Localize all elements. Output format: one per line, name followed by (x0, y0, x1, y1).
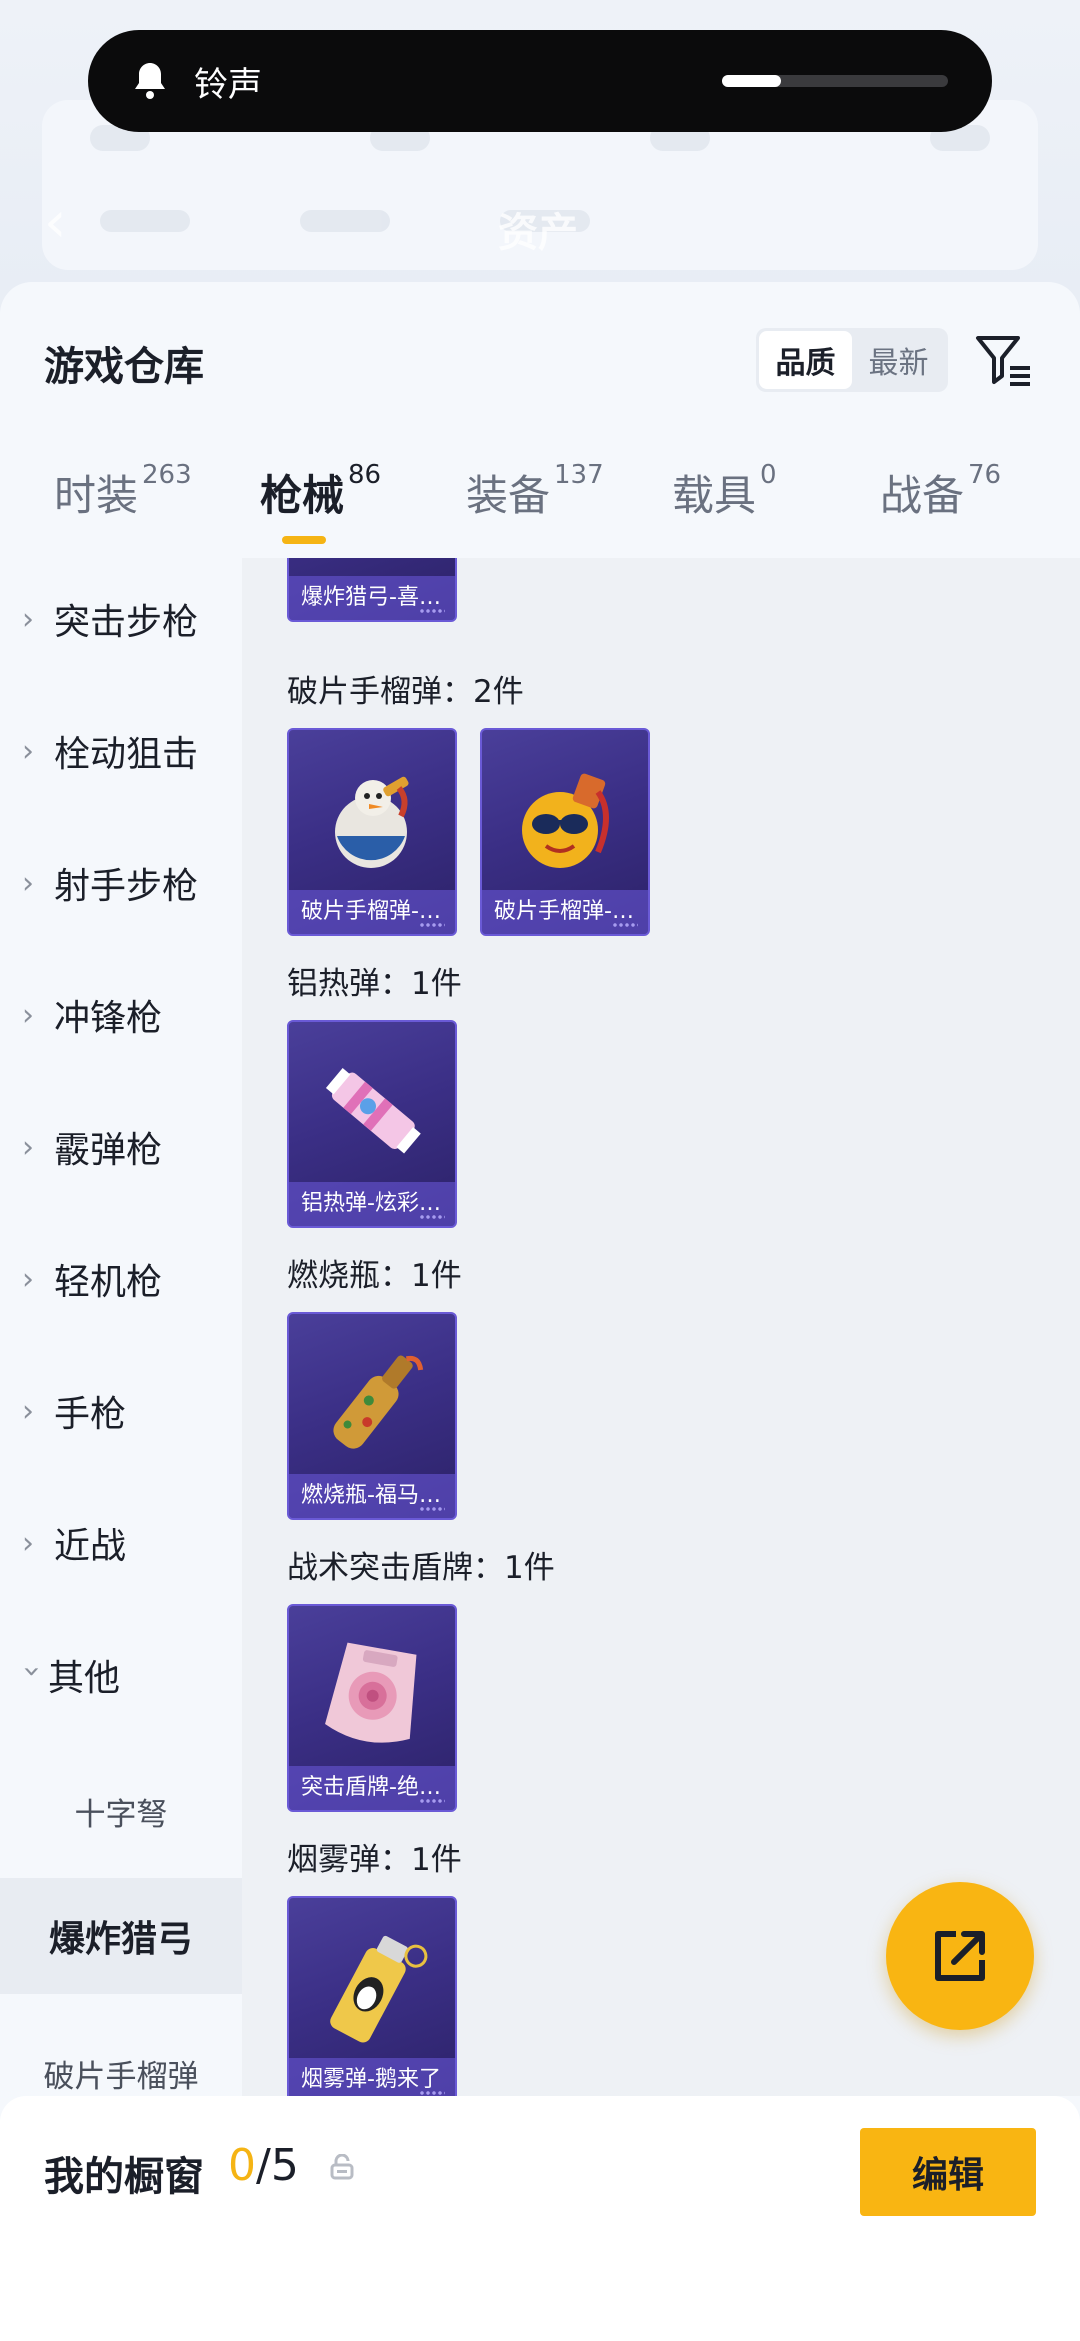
volume-label: 铃声 (194, 64, 262, 105)
item-card[interactable]: 突击盾牌-绝… (287, 1604, 457, 1812)
sidebar-item-label: 近战 (54, 1526, 127, 1567)
tab-count: 0 (760, 460, 777, 490)
bow-icon (309, 558, 439, 564)
sidebar-item-label: 栓动狙击 (54, 734, 199, 775)
chevron-left-icon[interactable]: ‹ (44, 195, 84, 251)
volume-slider[interactable] (722, 75, 948, 87)
filter-icon[interactable] (974, 330, 1034, 390)
group-title: 燃烧瓶：1件 (287, 1258, 462, 1294)
tab-firearms[interactable]: 枪械 86 (260, 460, 382, 523)
sidebar-item-label: 其他 (48, 1658, 121, 1699)
tab-label: 时装 (54, 471, 139, 520)
item-grid: 爆炸猎弓-喜… 破片手榴弹：2件 破片手榴弹-… 破片手榴弹-… 铝热弹：1件 … (242, 558, 1080, 2096)
sidebar-item-label: 手枪 (54, 1394, 127, 1435)
background-stats (100, 210, 720, 240)
tab-label: 战备 (880, 471, 965, 520)
item-card[interactable]: 铝热弹-炫彩… (287, 1020, 457, 1228)
sidebar-item-smg[interactable]: › 冲锋枪 (0, 970, 242, 1060)
chevron-right-icon: › (22, 1393, 34, 1429)
item-card[interactable]: 烟雾弹-鹅来了 (287, 1896, 457, 2096)
snowman-grenade-icon (309, 758, 439, 878)
card-decoration (419, 1506, 445, 1512)
chevron-right-icon: › (22, 601, 34, 637)
volume-indicator: 铃声 (88, 30, 992, 132)
item-card[interactable]: 燃烧瓶-福马… (287, 1312, 457, 1520)
lock-icon (330, 2153, 354, 2180)
sidebar-item-label: 射手步枪 (54, 866, 199, 907)
sort-newest-button[interactable]: 最新 (852, 331, 945, 389)
tab-fashion[interactable]: 时装 263 (54, 460, 192, 523)
item-card[interactable]: 破片手榴弹-… (287, 728, 457, 936)
card-decoration (419, 1798, 445, 1804)
volume-fill (722, 75, 781, 87)
molotov-bottle-icon (309, 1342, 439, 1462)
tab-label: 枪械 (260, 471, 345, 520)
chevron-right-icon: › (22, 997, 34, 1033)
showcase-label: 我的橱窗 (44, 2154, 204, 2200)
sidebar-item-label: 冲锋枪 (54, 998, 163, 1039)
sidebar-item-marksman-rifle[interactable]: › 射手步枪 (0, 838, 242, 928)
card-decoration (419, 1214, 445, 1220)
sort-toggle: 品质 最新 (756, 328, 948, 392)
tab-vehicles[interactable]: 载具 0 (672, 460, 777, 523)
sidebar-item-shotgun[interactable]: › 霰弹枪 (0, 1102, 242, 1192)
tab-label: 装备 (466, 471, 551, 520)
sort-quality-button[interactable]: 品质 (759, 331, 852, 389)
card-decoration (612, 922, 638, 928)
tab-equipment[interactable]: 装备 137 (466, 460, 604, 523)
sidebar-item-label: 霰弹枪 (54, 1130, 163, 1171)
sidebar-item-label: 轻机枪 (54, 1262, 163, 1303)
item-card[interactable]: 爆炸猎弓-喜… (287, 558, 457, 622)
group-title: 破片手榴弹：2件 (287, 674, 524, 710)
group-title: 铝热弹：1件 (287, 966, 462, 1002)
sidebar-item-melee[interactable]: › 近战 (0, 1498, 242, 1588)
item-card[interactable]: 破片手榴弹-… (480, 728, 650, 936)
sidebar-item-pistol[interactable]: › 手枪 (0, 1366, 242, 1456)
chevron-right-icon: › (22, 865, 34, 901)
penguin-smoke-icon (309, 1926, 439, 2046)
rose-shield-icon (309, 1634, 439, 1754)
sidebar-sub-crossbow[interactable]: 十字弩 (0, 1766, 242, 1856)
category-sidebar: › 突击步枪 › 栓动狙击 › 射手步枪 › 冲锋枪 › 霰弹枪 › 轻机枪 › 手枪 › 近战… (0, 558, 242, 2095)
sheet-title: 游戏仓库 (44, 344, 204, 390)
sunglasses-grenade-icon (502, 758, 632, 878)
background-title: 资产 (498, 210, 578, 256)
showcase-count-total: /5 (256, 2140, 299, 2191)
sidebar-item-lmg[interactable]: › 轻机枪 (0, 1234, 242, 1324)
chevron-right-icon: › (22, 1129, 34, 1165)
tab-count: 263 (142, 460, 192, 490)
group-title: 烟雾弹：1件 (287, 1842, 462, 1878)
tab-count: 76 (968, 460, 1002, 490)
showcase-count: 0/5 (228, 2140, 299, 2191)
showcase-bar: 我的橱窗 0/5 编辑 (0, 2096, 1080, 2341)
edit-button[interactable]: 编辑 (860, 2128, 1036, 2216)
group-title: 战术突击盾牌：1件 (287, 1550, 555, 1586)
sidebar-item-bolt-sniper[interactable]: › 栓动狙击 (0, 706, 242, 796)
sidebar-sub-explosive-bow[interactable]: 爆炸猎弓 (0, 1878, 242, 1994)
candy-thermite-icon (309, 1050, 439, 1170)
sidebar-item-assault-rifle[interactable]: › 突击步枪 (0, 574, 242, 664)
share-external-button[interactable] (886, 1882, 1034, 2030)
chevron-right-icon: › (22, 1261, 34, 1297)
chevron-right-icon: › (22, 1525, 34, 1561)
sidebar-item-other[interactable]: › 其他 (0, 1630, 242, 1720)
tab-label: 载具 (672, 471, 757, 520)
category-tabs: 时装 263 枪械 86 装备 137 载具 0 战备 76 (0, 460, 1080, 552)
tab-count: 86 (348, 460, 382, 490)
sidebar-item-label: 突击步枪 (54, 602, 199, 643)
card-decoration (419, 922, 445, 928)
showcase-count-current: 0 (228, 2140, 256, 2191)
card-decoration (419, 608, 445, 614)
bell-icon (128, 59, 172, 103)
active-tab-indicator (282, 536, 326, 544)
share-external-icon (935, 1931, 985, 1981)
tab-supplies[interactable]: 战备 76 (880, 460, 1002, 523)
chevron-right-icon: › (22, 733, 34, 769)
chevron-down-icon: › (14, 1665, 50, 1677)
tab-count: 137 (554, 460, 604, 490)
